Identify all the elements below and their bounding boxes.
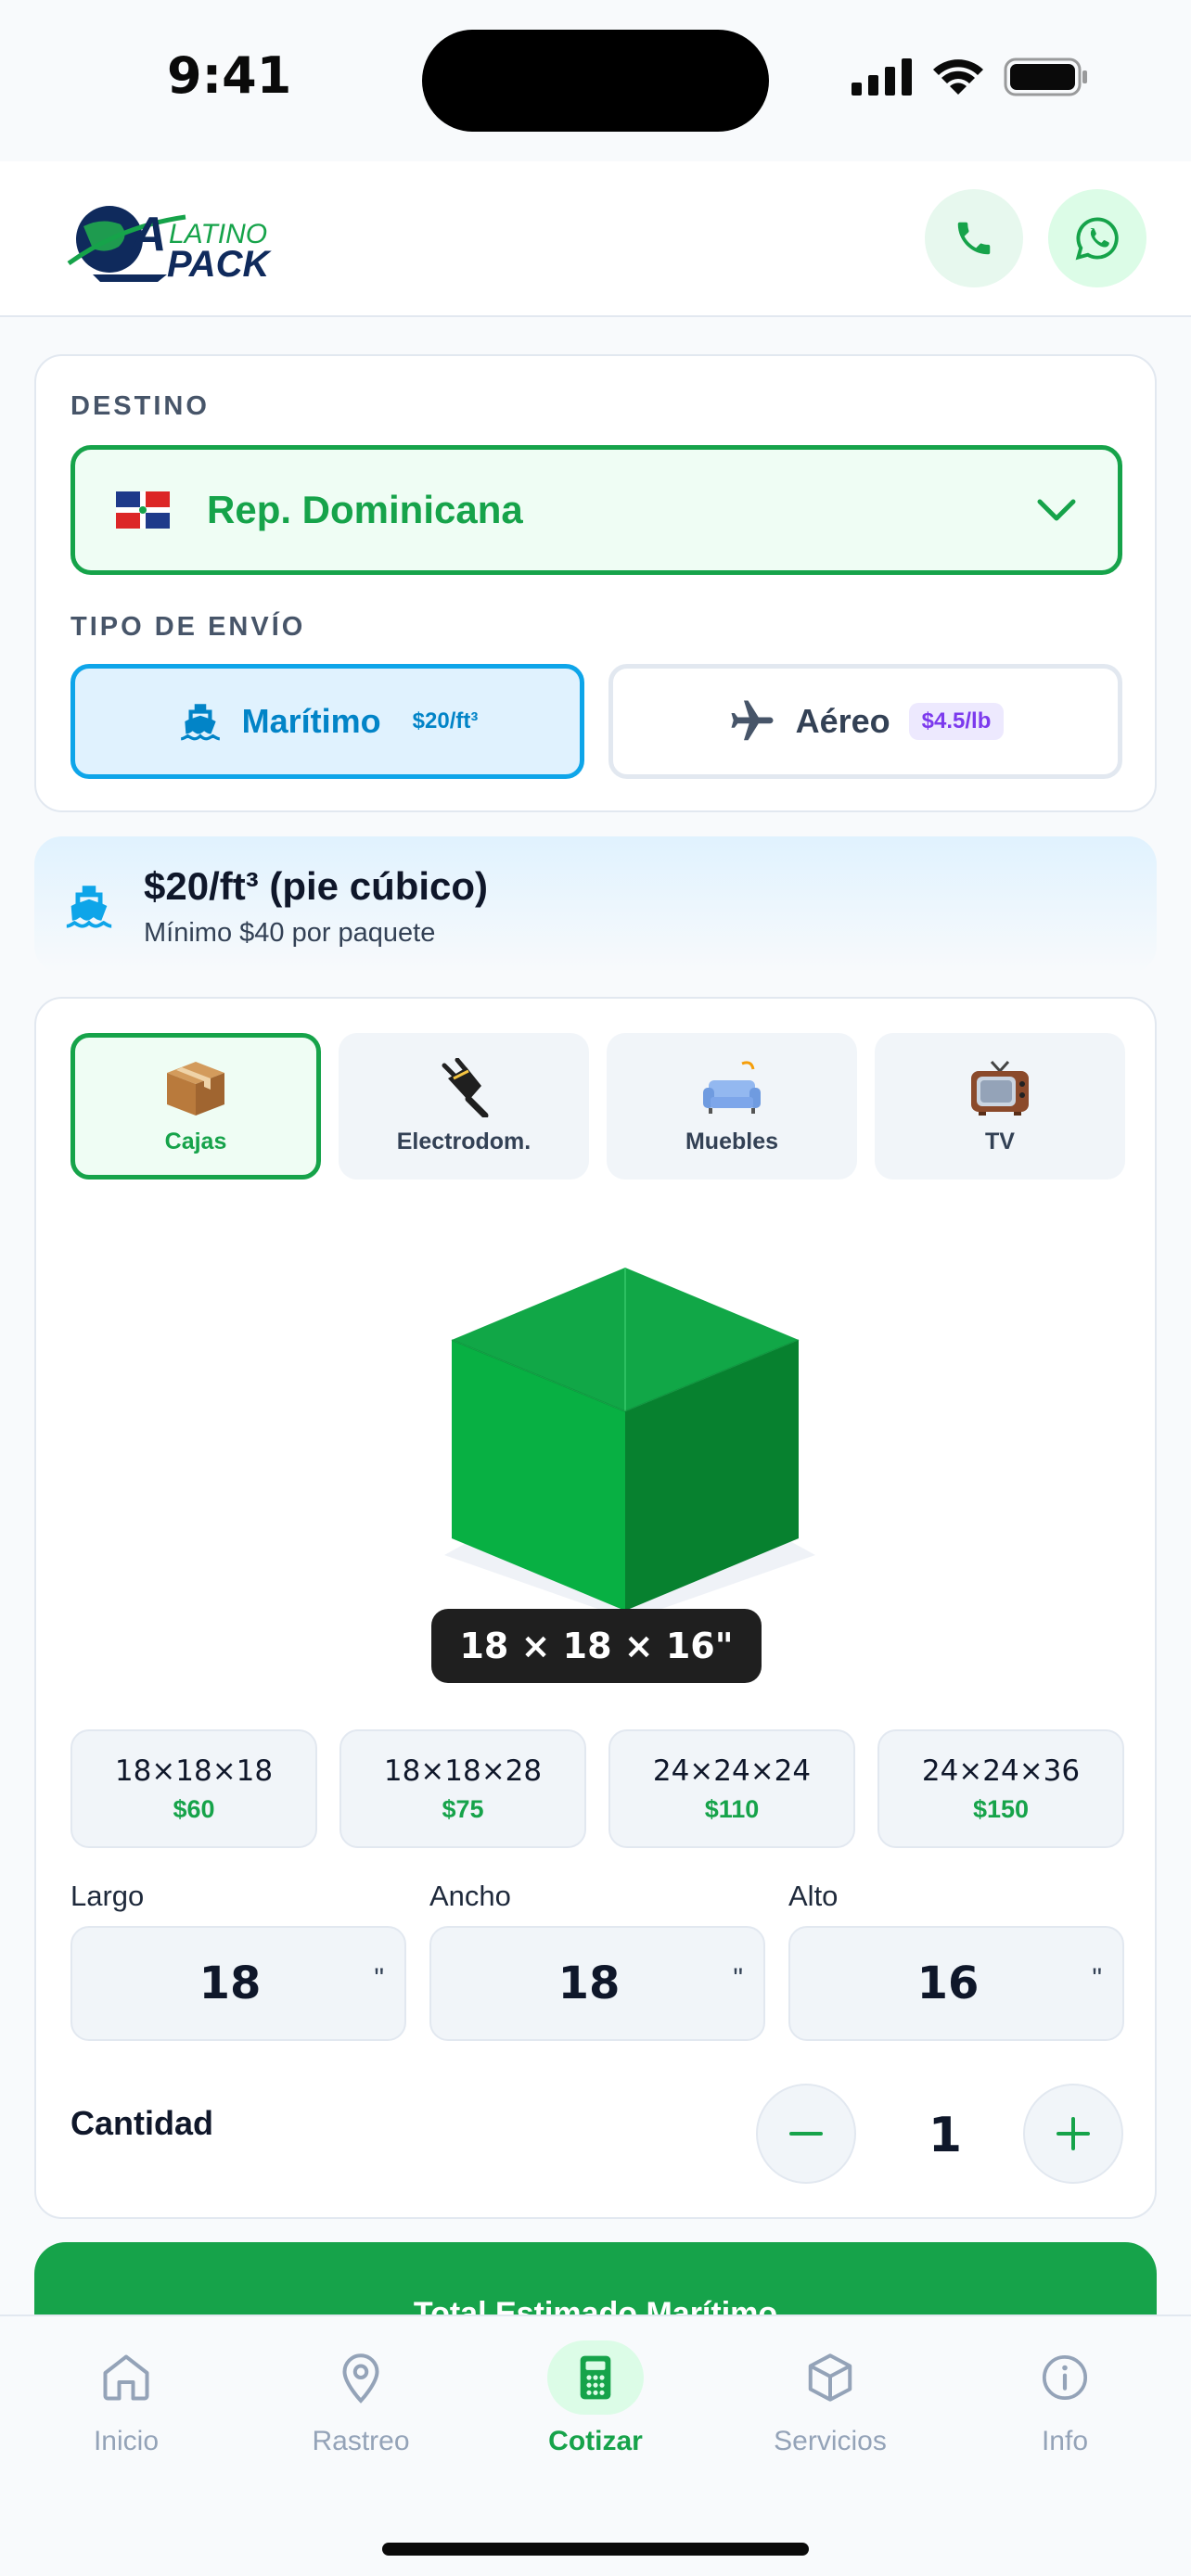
shipping-option-maritime[interactable]: Marítimo $20/ft³ [70, 664, 584, 779]
preset-24x24x24[interactable]: 24×24×24 $110 [608, 1729, 855, 1848]
tab-servicios[interactable]: Servicios [737, 2340, 923, 2480]
tab-label: Servicios [774, 2426, 887, 2456]
dimensions-badge: 18 × 18 × 16" [431, 1609, 762, 1683]
whatsapp-button[interactable] [1048, 189, 1146, 287]
quantity-decrease-button[interactable] [756, 2084, 856, 2184]
category-tv[interactable]: TV [875, 1033, 1125, 1180]
sofa-icon [699, 1058, 764, 1117]
calculator-icon [580, 2355, 611, 2400]
largo-input[interactable]: 18 " [70, 1926, 406, 2041]
category-label: Cajas [164, 1128, 227, 1154]
cellular-signal-icon [852, 58, 912, 96]
dynamic-island [422, 30, 769, 132]
quantity-value: 1 [928, 2108, 963, 2163]
home-icon [103, 2354, 149, 2401]
preset-size: 24×24×24 [652, 1753, 812, 1788]
preset-price: $150 [972, 1794, 1030, 1823]
location-pin-icon [342, 2353, 379, 2404]
dominican-flag-icon [116, 491, 170, 529]
air-rate: $4.5/lb [908, 703, 1005, 740]
tab-label: Rastreo [312, 2426, 410, 2456]
ancho-input[interactable]: 18 " [429, 1926, 765, 2041]
tab-cotizar[interactable]: Cotizar [503, 2340, 688, 2480]
wifi-icon [933, 59, 983, 95]
category-label: Electrodom. [396, 1128, 531, 1154]
app-header: A LATINO PACK [0, 161, 1191, 317]
preset-price: $75 [442, 1794, 484, 1823]
home-indicator [382, 2543, 809, 2556]
category-label: Muebles [685, 1128, 779, 1154]
preset-size: 18×18×18 [114, 1753, 274, 1788]
category-muebles[interactable]: Muebles [607, 1033, 857, 1180]
largo-label: Largo [70, 1880, 145, 1912]
destination-value: Rep. Dominicana [207, 488, 523, 531]
quantity-label: Cantidad [70, 2104, 214, 2142]
airplane-icon [731, 700, 774, 741]
tab-info[interactable]: Info [972, 2340, 1158, 2480]
info-icon [1042, 2354, 1088, 2401]
preset-size: 24×24×36 [921, 1753, 1081, 1788]
tab-label: Info [1041, 2426, 1089, 2456]
preset-24x24x36[interactable]: 24×24×36 $150 [877, 1729, 1124, 1848]
calculator-card: Cajas Electrodom. Muebles TV 18 × 18 × 1… [34, 997, 1157, 2219]
status-time: 9:41 [167, 46, 292, 105]
preset-price: $60 [173, 1794, 215, 1823]
preset-size: 18×18×28 [383, 1753, 543, 1788]
shipping-option-air[interactable]: Aéreo $4.5/lb [608, 664, 1122, 779]
rate-info-banner: $20/ft³ (pie cúbico) Mínimo $40 por paqu… [34, 836, 1157, 974]
minus-icon [789, 2132, 823, 2136]
alto-value: 16 [916, 1958, 980, 2009]
svg-text:A: A [130, 208, 167, 261]
category-electrodomesticos[interactable]: Electrodom. [339, 1033, 589, 1180]
status-bar: 9:41 [0, 0, 1191, 161]
inch-unit: " [374, 1963, 384, 1994]
battery-icon [1004, 57, 1087, 96]
category-label: TV [985, 1128, 1015, 1154]
ship-icon [66, 886, 112, 928]
tab-label: Inicio [93, 2426, 160, 2456]
destination-select[interactable]: Rep. Dominicana [70, 445, 1122, 575]
bottom-tab-bar: Inicio Rastreo Cotizar Servicios Info [0, 2315, 1191, 2576]
preset-18x18x28[interactable]: 18×18×28 $75 [339, 1729, 586, 1848]
tab-label: Cotizar [548, 2426, 643, 2456]
maritime-rate: $20/ft³ [412, 708, 479, 733]
plus-icon [1057, 2117, 1090, 2150]
inch-unit: " [1092, 1963, 1102, 1994]
latino-pack-logo[interactable]: A LATINO PACK [65, 189, 278, 291]
call-button[interactable] [925, 189, 1023, 287]
svg-text:PACK: PACK [167, 244, 272, 285]
ship-icon [180, 704, 220, 741]
phone-icon [957, 222, 991, 255]
rate-title: $20/ft³ (pie cúbico) [144, 864, 489, 908]
category-cajas[interactable]: Cajas [70, 1033, 321, 1180]
maritime-label: Marítimo [241, 702, 381, 740]
plug-icon [431, 1057, 496, 1118]
chevron-down-icon [1037, 499, 1076, 521]
tv-icon [967, 1058, 1032, 1117]
box-icon [163, 1058, 228, 1117]
alto-input[interactable]: 16 " [788, 1926, 1124, 2041]
destination-label: DESTINO [70, 391, 210, 421]
whatsapp-icon [1075, 217, 1119, 261]
alto-label: Alto [788, 1880, 839, 1912]
tab-rastreo[interactable]: Rastreo [268, 2340, 454, 2480]
status-icons [852, 57, 1089, 96]
air-label: Aéreo [795, 702, 890, 740]
largo-value: 18 [198, 1958, 262, 2009]
preset-price: $110 [704, 1794, 760, 1823]
shipping-type-label: TIPO DE ENVÍO [70, 612, 306, 642]
quantity-increase-button[interactable] [1023, 2084, 1123, 2184]
ancho-value: 18 [557, 1958, 621, 2009]
destination-card: DESTINO Rep. Dominicana TIPO DE ENVÍO Ma… [34, 354, 1157, 812]
package-icon [808, 2353, 852, 2402]
rate-subtitle: Mínimo $40 por paquete [144, 918, 436, 948]
tab-inicio[interactable]: Inicio [33, 2340, 219, 2480]
ancho-label: Ancho [429, 1880, 511, 1912]
preset-18x18x18[interactable]: 18×18×18 $60 [70, 1729, 317, 1848]
inch-unit: " [733, 1963, 743, 1994]
